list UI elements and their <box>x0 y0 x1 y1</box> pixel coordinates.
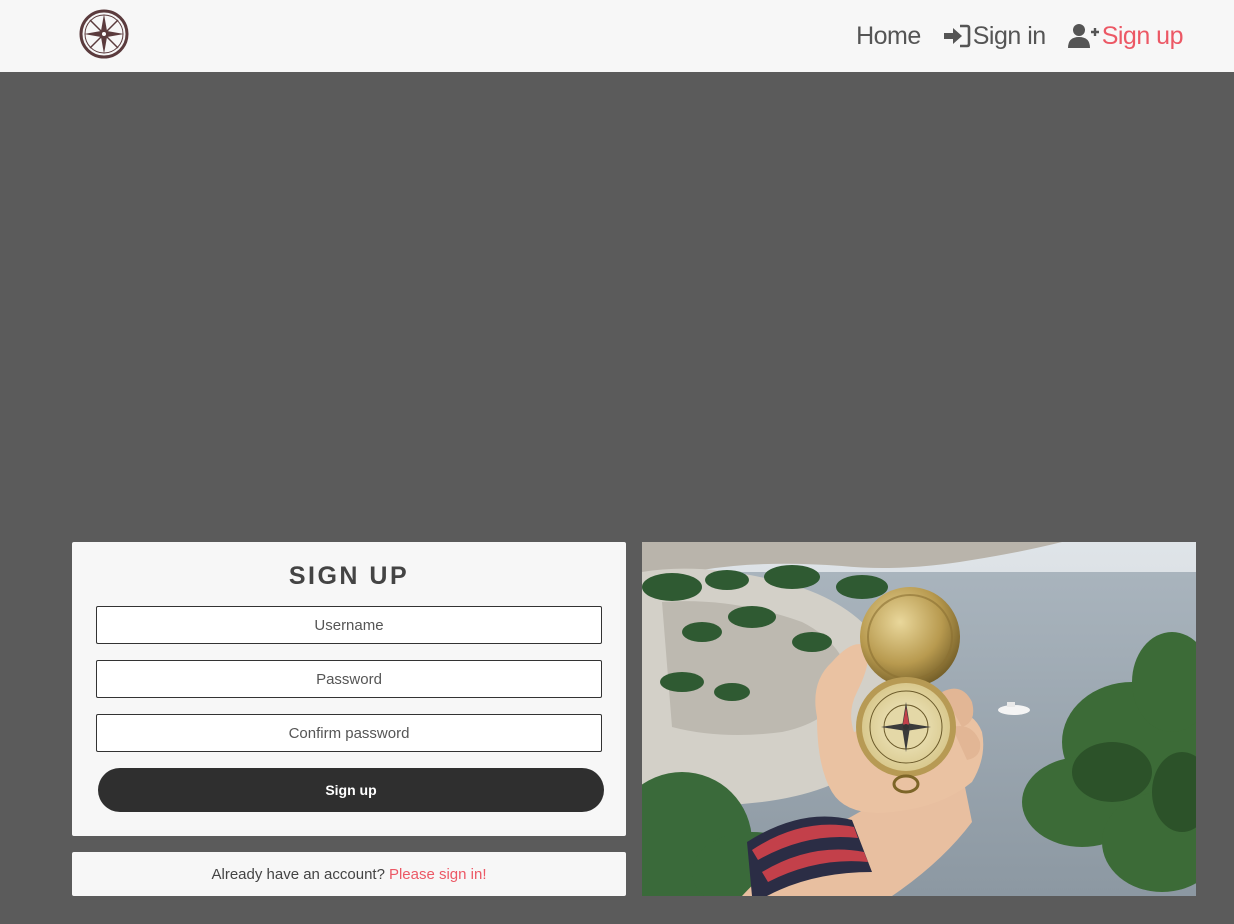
username-field <box>96 606 602 644</box>
sign-in-icon <box>943 24 971 48</box>
nav-home-label: Home <box>856 21 921 50</box>
sign-in-prompt-text: Already have an account? <box>211 865 385 883</box>
sign-up-card: Sign up Sign up <box>72 542 626 836</box>
compass-logo-icon[interactable] <box>78 8 130 60</box>
nav-sign-in-link[interactable]: Sign in <box>943 22 1046 51</box>
nav-sign-up-label: Sign up <box>1101 21 1184 50</box>
nav-links: Home Sign in Sign up <box>856 18 1183 54</box>
nav-home-link[interactable]: Home <box>856 22 921 51</box>
user-plus-icon <box>1067 23 1100 49</box>
sign-in-prompt: Already have an account? Please sign in! <box>72 852 626 896</box>
sign-up-title: Sign up <box>288 562 410 590</box>
password-input[interactable] <box>97 661 601 697</box>
confirm-password-field <box>96 714 602 752</box>
sign-up-button[interactable]: Sign up <box>98 768 604 812</box>
nav-sign-up-link[interactable]: Sign up <box>1067 21 1184 51</box>
compass-in-hand-photo <box>642 542 1196 896</box>
navbar: Home Sign in Sign up <box>0 0 1234 72</box>
username-input[interactable] <box>97 607 601 643</box>
sign-in-link[interactable]: Please sign in! <box>389 866 487 883</box>
password-field <box>96 660 602 698</box>
nav-sign-in-label: Sign in <box>972 21 1046 50</box>
confirm-password-input[interactable] <box>97 715 601 751</box>
